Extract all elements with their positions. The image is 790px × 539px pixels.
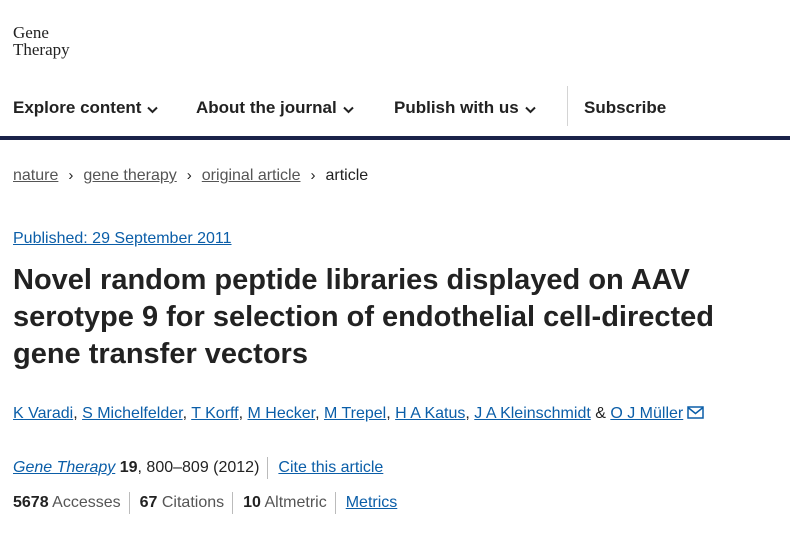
nav-explore-content[interactable]: Explore content: [13, 98, 159, 119]
article-title: Novel random peptide libraries displayed…: [13, 264, 715, 370]
author-link[interactable]: S Michelfelder: [82, 405, 183, 422]
nav-subscribe[interactable]: Subscribe: [584, 98, 666, 118]
citation-line: Gene Therapy 19, 800–809 (2012) Cite this…: [13, 457, 383, 479]
author-separator: ,: [465, 405, 475, 422]
author-separator: ,: [182, 405, 192, 422]
volume-number: 19: [119, 459, 138, 477]
author-separator: ,: [73, 405, 83, 422]
envelope-icon[interactable]: [687, 406, 704, 424]
author-separator: ,: [238, 405, 248, 422]
breadcrumb-nature[interactable]: nature: [13, 167, 58, 184]
chevron-right-icon: ›: [310, 167, 316, 184]
metrics-link[interactable]: Metrics: [346, 494, 398, 511]
journal-name[interactable]: Gene Therapy: [13, 459, 115, 476]
author-and: &: [590, 405, 611, 422]
nav-subscribe-label: Subscribe: [584, 98, 667, 117]
page-range: , 800–809 (2012): [137, 459, 260, 477]
chevron-right-icon: ›: [186, 167, 192, 184]
altmetric-score: 10: [243, 494, 261, 512]
breadcrumb-current: article: [325, 167, 369, 184]
breadcrumb-gene-therapy[interactable]: gene therapy: [83, 167, 176, 184]
author-separator: ,: [386, 405, 396, 422]
author-link[interactable]: T Korff: [191, 405, 238, 422]
logo-line-2: Therapy: [13, 40, 70, 59]
author-separator: ,: [315, 405, 324, 422]
citations-count: 67: [139, 494, 158, 512]
chevron-down-icon: [524, 99, 536, 119]
chevron-down-icon: [147, 99, 159, 119]
nav-about-journal[interactable]: About the journal: [196, 98, 354, 119]
author-link[interactable]: M Trepel: [324, 405, 386, 422]
breadcrumb-original-article[interactable]: original article: [202, 167, 301, 184]
divider: [128, 492, 130, 514]
breadcrumb: nature › gene therapy › original article › art…: [13, 167, 368, 185]
cite-this-article-link[interactable]: Cite this article: [278, 459, 383, 476]
citations-label: Citations: [161, 494, 225, 512]
author-link[interactable]: K Varadi: [13, 405, 73, 422]
nav-publish-label: Publish with us: [394, 98, 519, 117]
nav-publish-with-us[interactable]: Publish with us: [394, 98, 536, 119]
logo-line-1: Gene: [13, 23, 49, 42]
divider: [334, 492, 336, 514]
nav-about-label: About the journal: [196, 98, 337, 117]
author-link[interactable]: M Hecker: [248, 405, 316, 422]
accesses-count: 5678: [13, 494, 49, 512]
article-metrics: 5678 Accesses 67 Citations 10 Altmetric Met…: [13, 492, 397, 514]
author-link[interactable]: O J Müller: [610, 405, 683, 422]
author-link[interactable]: H A Katus: [395, 405, 465, 422]
published-date[interactable]: Published: 29 September 2011: [13, 230, 232, 248]
altmetric-label: Altmetric: [264, 494, 327, 512]
journal-logo[interactable]: Gene Therapy: [13, 24, 70, 58]
accesses-label: Accesses: [52, 494, 121, 512]
nav-bottom-rule: [0, 136, 790, 140]
main-nav: Explore content About the journal Publis…: [0, 84, 790, 134]
chevron-right-icon: ›: [68, 167, 74, 184]
nav-explore-label: Explore content: [13, 98, 142, 117]
chevron-down-icon: [343, 99, 354, 119]
author-link[interactable]: J A Kleinschmidt: [474, 405, 591, 422]
author-list: K Varadi, S Michelfelder, T Korff, M Hec…: [13, 405, 704, 424]
nav-divider: [567, 86, 568, 126]
divider: [232, 492, 234, 514]
divider: [267, 457, 269, 479]
